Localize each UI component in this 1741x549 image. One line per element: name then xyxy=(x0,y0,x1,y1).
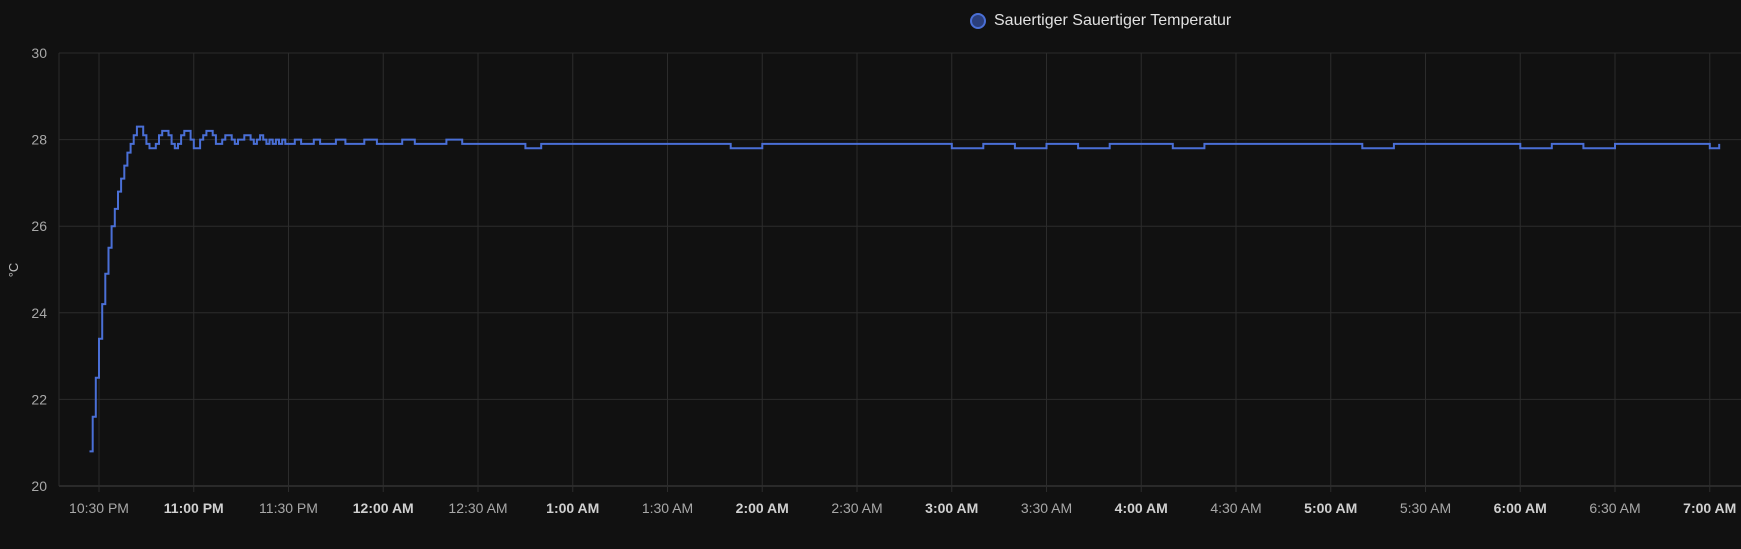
x-tick-label: 4:30 AM xyxy=(1210,500,1261,516)
series-line xyxy=(89,125,1721,453)
legend-swatch-icon xyxy=(970,13,986,29)
chart-container: 20 22 24 26 28 30 10:30 PM 11:00 PM 11:30 PM 12:… xyxy=(0,0,1741,549)
x-tick-label: 1:00 AM xyxy=(546,500,599,516)
grid-lines xyxy=(58,52,1741,492)
x-tick-label: 12:30 AM xyxy=(448,500,507,516)
x-tick-label: 2:00 AM xyxy=(736,500,789,516)
x-tick-label: 3:00 AM xyxy=(925,500,978,516)
legend-item[interactable]: Sauertiger Sauertiger Temperatur xyxy=(970,12,1231,30)
y-tick-label: 20 xyxy=(31,478,47,494)
x-tick-label: 3:30 AM xyxy=(1021,500,1072,516)
y-tick-label: 28 xyxy=(31,132,47,148)
y-axis-ticks: 20 22 24 26 28 30 xyxy=(31,45,47,494)
x-tick-label: 11:30 PM xyxy=(259,500,318,516)
y-tick-label: 24 xyxy=(31,305,47,321)
series-layer xyxy=(89,125,1721,453)
temperature-chart: 20 22 24 26 28 30 10:30 PM 11:00 PM 11:30 PM 12:… xyxy=(6,45,1741,516)
x-tick-label: 12:00 AM xyxy=(353,500,414,516)
x-tick-label: 6:30 AM xyxy=(1589,500,1640,516)
x-tick-label: 6:00 AM xyxy=(1494,500,1547,516)
x-tick-label: 10:30 PM xyxy=(69,500,129,516)
y-axis-label: °C xyxy=(6,263,21,278)
x-tick-label: 1:30 AM xyxy=(642,500,693,516)
y-tick-label: 22 xyxy=(31,391,47,407)
legend-label: Sauertiger Sauertiger Temperatur xyxy=(994,12,1232,29)
x-tick-label: 4:00 AM xyxy=(1115,500,1168,516)
x-tick-label: 2:30 AM xyxy=(831,500,882,516)
x-axis-ticks: 10:30 PM 11:00 PM 11:30 PM 12:00 AM 12:30 AM… xyxy=(69,500,1736,516)
x-tick-label: 5:00 AM xyxy=(1304,500,1357,516)
x-tick-label: 5:30 AM xyxy=(1400,500,1451,516)
x-tick-label: 7:00 AM xyxy=(1683,500,1736,516)
y-tick-label: 30 xyxy=(31,45,47,61)
y-tick-label: 26 xyxy=(31,218,47,234)
x-tick-label: 11:00 PM xyxy=(164,500,224,516)
